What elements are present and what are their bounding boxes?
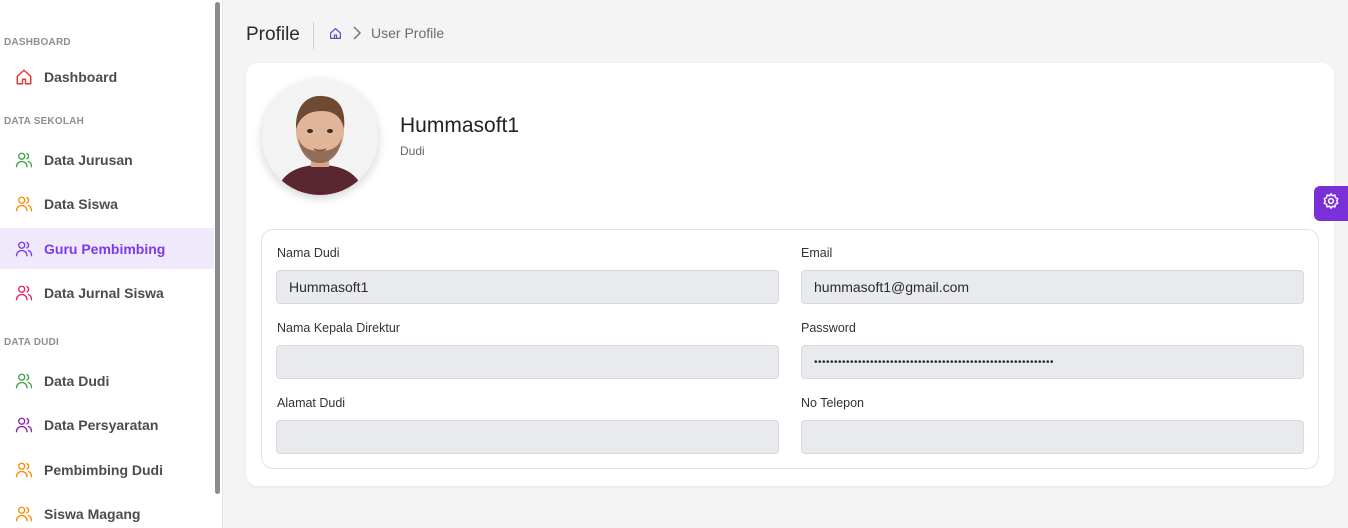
breadcrumb-current: User Profile <box>371 25 445 41</box>
nama-kepala-direktur-field[interactable] <box>276 345 779 379</box>
email-field[interactable]: hummasoft1@gmail.com <box>801 270 1304 304</box>
users-icon <box>14 194 34 214</box>
no-telepon-field[interactable] <box>801 420 1304 454</box>
avatar <box>262 79 378 195</box>
sidebar-item-label: Data Siswa <box>44 195 118 212</box>
profile-card: Hummasoft1 Dudi Nama Dudi Hummasoft1 Ema… <box>246 63 1334 486</box>
sidebar-item-dashboard[interactable]: Dashboard <box>0 56 214 97</box>
sidebar-item-data-persyaratan[interactable]: Data Persyaratan <box>0 404 214 445</box>
profile-role: Dudi <box>400 144 425 158</box>
no-telepon-label: No Telepon <box>801 396 865 410</box>
section-data-sekolah: DATA SEKOLAH <box>4 116 84 127</box>
profile-name: Hummasoft1 <box>400 114 520 137</box>
settings-button[interactable] <box>1314 186 1348 221</box>
sidebar-item-label: Data Persyaratan <box>44 416 159 433</box>
email-label: Email <box>801 246 833 260</box>
sidebar-scrollbar[interactable] <box>215 2 220 494</box>
sidebar-item-data-jurusan[interactable]: Data Jurusan <box>0 139 214 180</box>
sidebar-item-label: Data Dudi <box>44 372 110 389</box>
alamat-dudi-label: Alamat Dudi <box>277 396 346 410</box>
sidebar-item-siswa-magang[interactable]: Siswa Magang <box>0 493 214 528</box>
nama-dudi-field[interactable]: Hummasoft1 <box>276 270 779 304</box>
sidebar-item-data-siswa[interactable]: Data Siswa <box>0 183 214 224</box>
sidebar-item-label: Pembimbing Dudi <box>44 461 163 478</box>
header-divider <box>313 22 314 49</box>
sidebar-item-pembimbing-dudi[interactable]: Pembimbing Dudi <box>0 449 214 490</box>
nama-kepala-direktur-label: Nama Kepala Direktur <box>277 321 400 335</box>
profile-form: Nama Dudi Hummasoft1 Email hummasoft1@gm… <box>261 229 1319 469</box>
users-icon <box>14 504 34 524</box>
password-label: Password <box>801 321 856 335</box>
users-icon <box>14 460 34 480</box>
gear-icon <box>1322 192 1340 215</box>
sidebar-item-data-dudi[interactable]: Data Dudi <box>0 360 214 401</box>
home-icon <box>14 67 34 87</box>
nama-dudi-label: Nama Dudi <box>277 246 340 260</box>
section-dashboard: DASHBOARD <box>4 37 71 48</box>
sidebar: DASHBOARD Dashboard DATA SEKOLAH Data Ju… <box>0 0 223 528</box>
sidebar-item-label: Data Jurusan <box>44 151 133 168</box>
password-field[interactable]: ••••••••••••••••••••••••••••••••••••••••… <box>801 345 1304 379</box>
users-icon <box>14 283 34 303</box>
users-icon <box>14 150 34 170</box>
sidebar-item-data-jurnal-siswa[interactable]: Data Jurnal Siswa <box>0 272 214 313</box>
sidebar-item-label: Siswa Magang <box>44 505 141 522</box>
chevron-right-icon <box>350 25 364 41</box>
users-icon <box>14 371 34 391</box>
sidebar-item-guru-pembimbing[interactable]: Guru Pembimbing <box>0 228 214 269</box>
users-icon <box>14 415 34 435</box>
sidebar-item-label: Data Jurnal Siswa <box>44 284 164 301</box>
page-title: Profile <box>246 24 300 45</box>
sidebar-item-label: Dashboard <box>44 68 118 85</box>
sidebar-item-label: Guru Pembimbing <box>44 240 166 257</box>
users-icon <box>14 239 34 259</box>
section-data-dudi: DATA DUDI <box>4 337 59 348</box>
alamat-dudi-field[interactable] <box>276 420 779 454</box>
home-icon[interactable] <box>328 26 342 40</box>
